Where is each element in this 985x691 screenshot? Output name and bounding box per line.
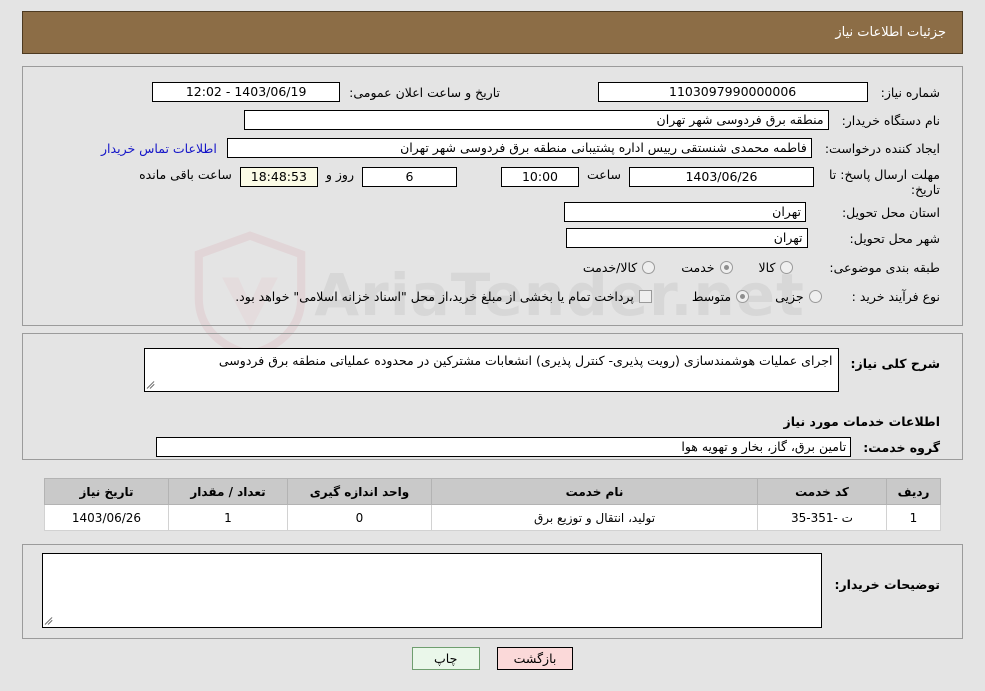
process-type-option-1[interactable]: متوسط (691, 289, 750, 304)
field-service-group: گروه خدمت: تامین برق، گاز، بخار و تهویه … (156, 437, 940, 457)
field-province: استان محل تحویل: تهران (563, 202, 940, 222)
field-category: طبقه بندی موضوعی: کالا خدمت کالا/خدمت (557, 260, 940, 275)
footer-button-bar: بازگشت چاپ (0, 647, 985, 670)
cell-date: 1403/06/26 (44, 504, 169, 531)
city-value: تهران (565, 228, 808, 248)
col-header-quantity: تعداد / مقدار (168, 478, 288, 505)
page-title: جزئیات اطلاعات نیاز (835, 25, 946, 40)
radio-icon[interactable] (808, 290, 822, 303)
print-button[interactable]: چاپ (411, 647, 480, 670)
category-option-2-label: کالا/خدمت (582, 260, 638, 275)
field-description: شرح کلی نیاز: اجرای عملیات هوشمندسازی (ر… (143, 348, 940, 392)
cell-name: تولید، انتقال و توزیع برق (431, 504, 758, 531)
category-radio-group: کالا خدمت کالا/خدمت (557, 260, 794, 275)
resize-grip-icon[interactable] (147, 380, 157, 390)
field-public-announce: تاریخ و ساعت اعلان عمومی: 1403/06/19 - 1… (152, 82, 500, 102)
process-type-label: نوع فرآیند خرید : (851, 289, 940, 304)
buyer-org-label: نام دستگاه خریدار: (841, 112, 940, 128)
col-header-radif: ردیف (886, 478, 941, 505)
page-root: AriaTender.net جزئیات اطلاعات نیاز شماره… (0, 0, 985, 691)
description-label: شرح کلی نیاز: (850, 356, 940, 371)
buyer-contact-link[interactable]: اطلاعات تماس خریدار (101, 141, 217, 156)
buyer-org-value: منطقه برق فردوسی شهر تهران (243, 110, 829, 130)
public-announce-label: تاریخ و ساعت اعلان عمومی: (349, 84, 500, 100)
public-announce-value: 1403/06/19 - 12:02 (152, 82, 341, 102)
need-number-value: 1103097990000006 (597, 82, 868, 102)
category-option-1-label: خدمت (681, 260, 715, 275)
category-label: طبقه بندی موضوعی: (829, 260, 940, 275)
field-city: شهر محل تحویل: تهران (565, 228, 940, 248)
col-header-code: کد خدمت (757, 478, 887, 505)
deadline-days-label: روز و (325, 167, 354, 182)
category-option-0-label: کالا (758, 260, 776, 275)
field-buyer-notes: توضیحات خریدار: (42, 553, 940, 628)
buyer-notes-label: توضیحات خریدار: (834, 577, 940, 592)
category-option-0[interactable]: کالا (759, 260, 794, 275)
table-row: 1 ت -351-35 تولید، انتقال و توزیع برق 0 … (44, 504, 941, 531)
treasury-bonds-checkbox-item[interactable]: پرداخت تمام یا بخشی از مبلغ خرید،از محل … (235, 289, 652, 304)
process-type-option-0[interactable]: جزیی (775, 289, 822, 304)
field-need-number: شماره نیاز: 1103097990000006 (597, 82, 940, 102)
radio-icon[interactable] (736, 290, 750, 303)
service-group-label: گروه خدمت: (863, 439, 940, 455)
deadline-time-value: 10:00 (500, 167, 579, 187)
description-value[interactable]: اجرای عملیات هوشمندسازی (رویت پذیری- کنت… (143, 348, 839, 392)
services-table: ردیف کد خدمت نام خدمت واحد اندازه گیری ت… (44, 478, 941, 531)
radio-icon[interactable] (780, 261, 794, 274)
services-table-wrap: ردیف کد خدمت نام خدمت واحد اندازه گیری ت… (44, 478, 941, 531)
requester-value: فاطمه محمدی شنستقی رییس اداره پشتیبانی م… (226, 138, 812, 158)
province-label: استان محل تحویل: (841, 204, 940, 220)
deadline-days-value: 6 (361, 167, 457, 187)
services-section-title: اطلاعات خدمات مورد نیاز (783, 414, 941, 429)
process-type-radio-group: جزیی متوسط (666, 289, 822, 304)
deadline-countdown-value: 18:48:53 (239, 167, 318, 187)
services-table-head: ردیف کد خدمت نام خدمت واحد اندازه گیری ت… (44, 478, 941, 505)
deadline-date-value: 1403/06/26 (629, 167, 814, 187)
deadline-label: مهلت ارسال پاسخ: تا تاریخ: (829, 167, 940, 197)
field-deadline: مهلت ارسال پاسخ: تا تاریخ: 1403/06/26 سا… (139, 167, 940, 197)
province-value: تهران (563, 202, 806, 222)
radio-icon[interactable] (719, 261, 733, 274)
category-option-1[interactable]: خدمت (681, 260, 733, 275)
services-section-title-row: اطلاعات خدمات مورد نیاز (784, 414, 941, 429)
deadline-time-label: ساعت (586, 167, 621, 182)
cell-code: ت -351-35 (757, 504, 887, 531)
process-type-option-0-label: جزیی (775, 289, 804, 304)
resize-grip-icon[interactable] (45, 616, 55, 626)
service-group-value: تامین برق، گاز، بخار و تهویه هوا (156, 437, 852, 457)
radio-icon[interactable] (642, 261, 656, 274)
services-table-body: 1 ت -351-35 تولید، انتقال و توزیع برق 0 … (44, 504, 941, 531)
col-header-date: تاریخ نیاز (44, 478, 169, 505)
cell-radif: 1 (886, 504, 941, 531)
process-type-option-1-label: متوسط (691, 289, 732, 304)
deadline-remaining-label: ساعت باقی مانده (139, 167, 232, 182)
field-process-type: نوع فرآیند خرید : جزیی متوسط پرداخت تمام… (209, 289, 940, 304)
col-header-name: نام خدمت (431, 478, 758, 505)
category-option-2[interactable]: کالا/خدمت (582, 260, 656, 275)
col-header-unit: واحد اندازه گیری (287, 478, 432, 505)
field-requester: ایجاد کننده درخواست: فاطمه محمدی شنستقی … (101, 138, 940, 158)
city-label: شهر محل تحویل: (849, 230, 940, 246)
treasury-bonds-checkbox-label: پرداخت تمام یا بخشی از مبلغ خرید،از محل … (235, 289, 634, 304)
requester-label: ایجاد کننده درخواست: (824, 140, 940, 156)
need-number-label: شماره نیاز: (880, 84, 940, 100)
cell-quantity: 1 (168, 504, 288, 531)
field-buyer-org: نام دستگاه خریدار: منطقه برق فردوسی شهر … (243, 110, 940, 130)
cell-unit: 0 (287, 504, 432, 531)
buyer-notes-value[interactable] (42, 553, 823, 628)
checkbox-icon[interactable] (638, 290, 652, 303)
table-header-row: ردیف کد خدمت نام خدمت واحد اندازه گیری ت… (44, 478, 941, 505)
back-button[interactable]: بازگشت (496, 647, 574, 670)
page-header-bar: جزئیات اطلاعات نیاز (22, 11, 963, 54)
description-text: اجرای عملیات هوشمندسازی (رویت پذیری- کنت… (218, 353, 833, 368)
